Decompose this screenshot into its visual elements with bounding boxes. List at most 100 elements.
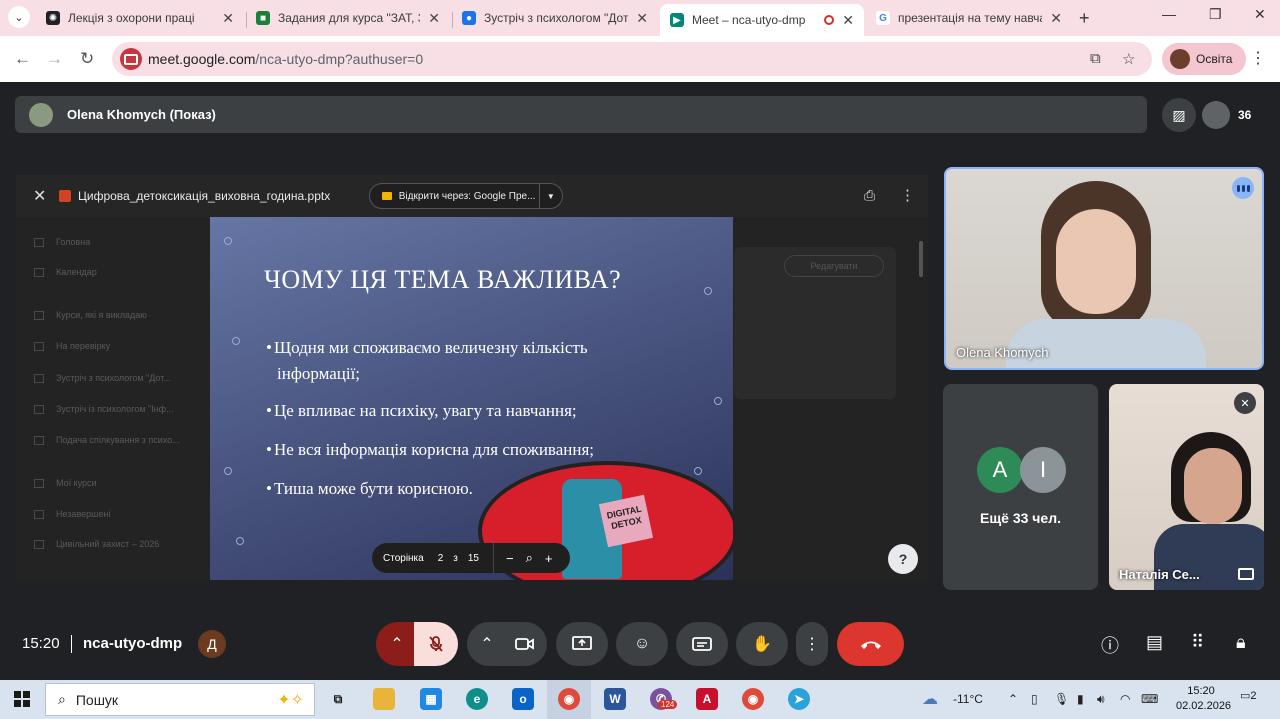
participant-avatar: A: [977, 447, 1023, 493]
file-name: Цифрова_детоксикація_виховна_година.pptx: [78, 189, 331, 203]
present-screen-icon: [572, 636, 592, 650]
store-icon[interactable]: ▦: [420, 688, 442, 710]
new-tab-icon[interactable]: +: [1079, 8, 1090, 29]
file-explorer-icon[interactable]: [373, 688, 395, 710]
tab-close-icon[interactable]: ✕: [842, 12, 854, 29]
tab-5[interactable]: G презентація на тему навчал ✕: [866, 4, 1072, 32]
taskbar-clock[interactable]: 15:20 02.02.2026: [1176, 684, 1231, 714]
activities-icon[interactable]: ⠿: [1191, 632, 1204, 653]
camera-options-chevron-icon[interactable]: ⌃: [467, 622, 507, 666]
address-toolbar: ← → ↻ meet.google.com/nca-utyo-dmp?authu…: [0, 36, 1280, 82]
participant-name: Olena Khomych: [956, 345, 1049, 360]
slide-bullet: • Тиша може бути корисною.: [266, 479, 473, 498]
weather-temp[interactable]: -11°C: [953, 692, 983, 706]
tab-2[interactable]: ■ Задания для курса "ЗАТ, ЗА ✕: [246, 4, 450, 32]
recording-icon: [824, 15, 835, 25]
mic-off-button[interactable]: [414, 622, 458, 666]
captions-button[interactable]: [676, 622, 728, 666]
telegram-icon[interactable]: ➤: [788, 688, 810, 710]
tab-close-icon[interactable]: ✕: [1050, 10, 1062, 27]
help-icon[interactable]: ?: [888, 544, 918, 574]
more-options-button[interactable]: ⋮: [796, 622, 828, 666]
leave-call-button[interactable]: [837, 622, 904, 666]
tray-keyboard-icon[interactable]: ⌨: [1141, 692, 1158, 706]
tray-chevron-icon[interactable]: ⌃: [1008, 692, 1018, 706]
chrome-profile-icon[interactable]: ◉: [742, 688, 764, 710]
viber-badge: 124: [658, 700, 678, 709]
participants-button[interactable]: 36: [1202, 97, 1251, 133]
translate-icon[interactable]: ⧉: [1090, 50, 1101, 67]
meeting-code: nca-utyo-dmp: [83, 635, 183, 652]
viewer-header: ✕ Цифрова_детоксикація_виховна_година.pp…: [16, 175, 928, 217]
more-participants-label: Ещё 33 чел.: [980, 510, 1061, 526]
tray-wifi-icon[interactable]: ◠: [1120, 692, 1130, 706]
open-with-dropdown-icon[interactable]: ▼: [538, 183, 562, 209]
powerpoint-file-icon: [59, 190, 71, 202]
search-icon: ⌕: [58, 691, 66, 707]
weather-cloud-icon[interactable]: ☁: [922, 689, 938, 709]
scrollbar[interactable]: [919, 241, 923, 277]
omnibox[interactable]: meet.google.com/nca-utyo-dmp?authuser=0 …: [112, 42, 1152, 76]
profile-button[interactable]: Освіта: [1162, 43, 1247, 75]
classroom-icon: ■: [256, 11, 270, 25]
raise-hand-button[interactable]: ✋: [736, 622, 788, 666]
minimize-icon[interactable]: —: [1162, 6, 1176, 22]
meeting-clock: 15:20: [22, 635, 60, 652]
tab-close-icon[interactable]: ✕: [636, 10, 648, 27]
participant-name: Наталія Се...: [1119, 567, 1200, 582]
tray-mic-icon[interactable]: 🎙︎: [1054, 692, 1069, 706]
tab-close-icon[interactable]: ✕: [222, 10, 234, 27]
host-controls-lock-icon[interactable]: 🔒︎: [1236, 632, 1246, 653]
tab-1[interactable]: ✺ Лекція з охорони праці ✕: [36, 4, 244, 32]
page-number-input[interactable]: 2: [438, 553, 444, 564]
open-with-button[interactable]: Відкрити через: Google Пре... ▼: [369, 183, 563, 209]
tray-device-icon[interactable]: ▯: [1031, 692, 1038, 706]
pip-icon[interactable]: [1238, 568, 1254, 580]
emoji-reaction-button[interactable]: ☺: [616, 622, 668, 666]
avatar: [29, 103, 53, 127]
camera-button[interactable]: [503, 622, 547, 666]
tab-close-icon[interactable]: ✕: [428, 10, 440, 27]
taskbar-search-input[interactable]: ⌕ Пошук ✦✧: [45, 683, 315, 716]
slide: ЧОМУ ЦЯ ТЕМА ВАЖЛИВА? • Щодня ми споживає…: [210, 217, 733, 580]
url-text[interactable]: meet.google.com/nca-utyo-dmp?authuser=0: [148, 51, 423, 67]
forward-icon[interactable]: →: [46, 49, 63, 69]
zoom-search-icon[interactable]: ⌕: [526, 550, 533, 566]
browser-menu-icon[interactable]: ⋮: [1250, 48, 1266, 68]
more-participants-tile[interactable]: A I Ещё 33 чел.: [943, 384, 1098, 590]
chat-icon[interactable]: ▤: [1146, 632, 1163, 653]
print-icon[interactable]: ⎙: [864, 187, 875, 204]
windows-start-icon[interactable]: [14, 691, 30, 707]
chrome-icon[interactable]: ◉: [558, 688, 580, 710]
close-window-icon[interactable]: ✕: [1254, 6, 1266, 23]
slide-bullet: • Це впливає на психіку, увагу та навчанн…: [266, 401, 577, 420]
tray-volume-icon[interactable]: 🔊︎: [1097, 692, 1105, 707]
presentation-viewer: Головна Календар Курси, які я викладаю Н…: [16, 175, 928, 580]
site-info-icon[interactable]: [120, 48, 142, 70]
mic-options-chevron-icon[interactable]: ⌃: [376, 622, 418, 666]
reactions-badge-icon[interactable]: Д: [198, 630, 226, 658]
zoom-in-icon[interactable]: +: [545, 551, 553, 566]
close-viewer-icon[interactable]: ✕: [33, 186, 46, 206]
tab-3[interactable]: ● Зустріч з психологом "Дотр ✕: [452, 4, 658, 32]
present-screen-button[interactable]: [556, 622, 608, 666]
bookmark-star-icon[interactable]: ☆: [1122, 50, 1135, 68]
edge-icon[interactable]: e: [466, 688, 488, 710]
outlook-icon[interactable]: o: [512, 688, 534, 710]
tab-search-chevron-icon[interactable]: ⌄: [8, 6, 30, 28]
participant-tile-other[interactable]: ✕ Наталія Се...: [1109, 384, 1264, 590]
hide-presentation-icon[interactable]: ▨: [1162, 98, 1196, 132]
tray-battery-icon[interactable]: ▮: [1077, 692, 1084, 706]
acrobat-icon[interactable]: A: [696, 688, 718, 710]
more-options-icon[interactable]: ⋮: [900, 186, 915, 204]
participant-tile-main[interactable]: Olena Khomych: [944, 167, 1264, 370]
back-icon[interactable]: ←: [14, 49, 31, 69]
word-icon[interactable]: W: [604, 688, 626, 710]
zoom-out-icon[interactable]: −: [506, 551, 514, 566]
meeting-info-icon[interactable]: ⓘ: [1101, 632, 1119, 658]
tab-meet-active[interactable]: ▶ Meet – nca-utyo-dmp ✕: [660, 4, 864, 36]
task-view-icon[interactable]: ⧉: [327, 688, 349, 710]
notification-center-icon[interactable]: ▭2: [1240, 689, 1262, 709]
reload-icon[interactable]: ↻: [80, 49, 94, 69]
restore-icon[interactable]: ❐: [1209, 6, 1222, 23]
